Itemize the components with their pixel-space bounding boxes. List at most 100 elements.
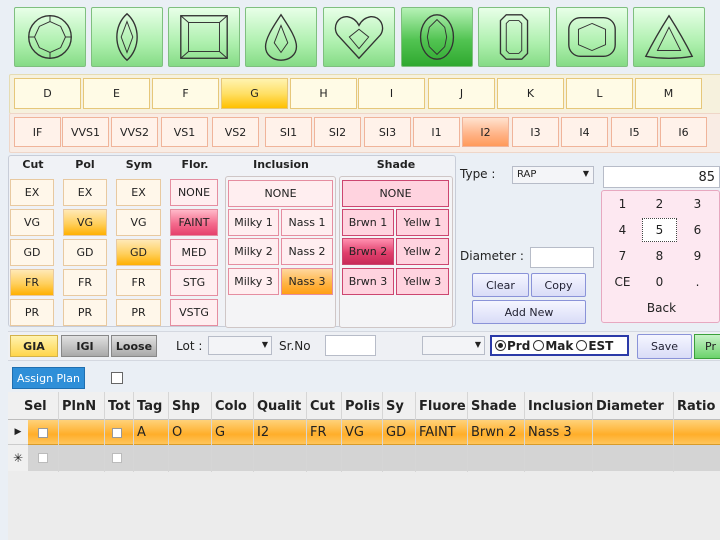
clarity-button-if[interactable]: IF <box>14 117 61 147</box>
color-button-i[interactable]: I <box>358 78 425 109</box>
numpad-key-7[interactable]: 7 <box>605 244 640 268</box>
shade-button-brwn-3[interactable]: Brwn 3 <box>342 268 394 295</box>
numpad-key-0[interactable]: 0 <box>642 270 677 294</box>
shape-cushion-button[interactable] <box>556 7 628 67</box>
cut-button-ex[interactable]: EX <box>10 179 54 206</box>
shape-heart-button[interactable] <box>323 7 395 67</box>
add-new-button[interactable]: Add New <box>472 300 586 324</box>
grid-cell-qualit[interactable]: I2 <box>257 420 306 445</box>
pol-button-pr[interactable]: PR <box>63 299 107 326</box>
row-checkbox[interactable] <box>38 420 48 445</box>
radio-est[interactable]: EST <box>576 339 613 353</box>
clarity-button-vs1[interactable]: VS1 <box>161 117 208 147</box>
cut-button-pr[interactable]: PR <box>10 299 54 326</box>
grid-header-colo[interactable]: Colo <box>215 392 253 420</box>
color-button-l[interactable]: L <box>566 78 633 109</box>
grid-cell-fluore[interactable]: FAINT <box>419 420 467 445</box>
color-button-m[interactable]: M <box>635 78 702 109</box>
color-button-f[interactable]: F <box>152 78 219 109</box>
clarity-button-vs2[interactable]: VS2 <box>212 117 259 147</box>
numpad-key-2[interactable]: 2 <box>642 192 677 216</box>
lab-gia-button[interactable]: GIA <box>10 335 58 357</box>
clarity-button-i2[interactable]: I2 <box>462 117 509 147</box>
grid-header-fluore[interactable]: Fluore <box>419 392 467 420</box>
numpad-key-ce[interactable]: CE <box>605 270 640 294</box>
clarity-button-i3[interactable]: I3 <box>512 117 559 147</box>
grid-cell-tag[interactable]: A <box>137 420 168 445</box>
color-button-d[interactable]: D <box>14 78 81 109</box>
grid-header-tot[interactable]: Tot <box>108 392 133 420</box>
shade-button-yellw-3[interactable]: Yellw 3 <box>396 268 449 295</box>
grid-cell-cut[interactable]: FR <box>310 420 341 445</box>
color-button-e[interactable]: E <box>83 78 150 109</box>
option-select[interactable]: ▼ <box>422 336 485 355</box>
clarity-button-i4[interactable]: I4 <box>561 117 608 147</box>
shape-oval-button[interactable] <box>401 7 473 67</box>
clarity-button-i5[interactable]: I5 <box>611 117 658 147</box>
shape-marquise-button[interactable] <box>91 7 163 67</box>
numpad-display[interactable]: 85 <box>603 166 720 188</box>
grid-header-sy[interactable]: Sy <box>386 392 415 420</box>
color-button-g[interactable]: G <box>221 78 288 109</box>
numpad-key-5[interactable]: 5 <box>642 218 677 242</box>
assign-plan-button[interactable]: Assign Plan <box>12 367 85 389</box>
inclusion-button-milky-3[interactable]: Milky 3 <box>228 268 279 295</box>
new-row-checkbox[interactable] <box>112 445 122 471</box>
numpad-key-dot[interactable]: . <box>680 270 715 294</box>
pol-button-fr[interactable]: FR <box>63 269 107 296</box>
grid-header-shade[interactable]: Shade <box>471 392 524 420</box>
numpad-key-4[interactable]: 4 <box>605 218 640 242</box>
grid-header-qualit[interactable]: Qualit <box>257 392 306 420</box>
pol-button-vg[interactable]: VG <box>63 209 107 236</box>
srno-input[interactable] <box>325 335 376 356</box>
lot-select[interactable]: ▼ <box>208 336 272 355</box>
grid-header-polis[interactable]: Polis <box>345 392 382 420</box>
pol-button-gd[interactable]: GD <box>63 239 107 266</box>
inclusion-none-button[interactable]: NONE <box>228 180 333 207</box>
assign-plan-checkbox[interactable] <box>111 372 123 384</box>
numpad-key-8[interactable]: 8 <box>642 244 677 268</box>
pol-button-ex[interactable]: EX <box>63 179 107 206</box>
inclusion-button-nass-1[interactable]: Nass 1 <box>281 209 333 236</box>
next-button[interactable]: Pr <box>694 334 720 359</box>
numpad-back-button[interactable]: Back <box>610 298 713 318</box>
shade-button-brwn-2[interactable]: Brwn 2 <box>342 238 394 265</box>
grid-header-plnn[interactable]: PlnN <box>62 392 104 420</box>
flor-button-stg[interactable]: STG <box>170 269 218 296</box>
sym-button-pr[interactable]: PR <box>116 299 161 326</box>
cut-button-gd[interactable]: GD <box>10 239 54 266</box>
grid-cell-sy[interactable]: GD <box>386 420 415 445</box>
radio-prd[interactable]: Prd <box>495 339 530 353</box>
new-row-checkbox[interactable] <box>38 445 48 471</box>
cut-button-fr[interactable]: FR <box>10 269 54 296</box>
flor-button-med[interactable]: MED <box>170 239 218 266</box>
sym-button-vg[interactable]: VG <box>116 209 161 236</box>
copy-button[interactable]: Copy <box>531 273 586 297</box>
sym-button-ex[interactable]: EX <box>116 179 161 206</box>
shade-none-button[interactable]: NONE <box>342 180 449 207</box>
grid-header-tag[interactable]: Tag <box>137 392 168 420</box>
clarity-button-si1[interactable]: SI1 <box>265 117 312 147</box>
grid-header-shp[interactable]: Shp <box>172 392 211 420</box>
shape-trilliant-button[interactable] <box>633 7 705 67</box>
shade-button-brwn-1[interactable]: Brwn 1 <box>342 209 394 236</box>
numpad-key-1[interactable]: 1 <box>605 192 640 216</box>
shade-button-yellw-2[interactable]: Yellw 2 <box>396 238 449 265</box>
inclusion-button-milky-1[interactable]: Milky 1 <box>228 209 279 236</box>
clarity-button-si2[interactable]: SI2 <box>314 117 361 147</box>
numpad-key-9[interactable]: 9 <box>680 244 715 268</box>
cut-button-vg[interactable]: VG <box>10 209 54 236</box>
flor-button-faint[interactable]: FAINT <box>170 209 218 236</box>
lab-igi-button[interactable]: IGI <box>61 335 109 357</box>
radio-mak[interactable]: Mak <box>533 339 573 353</box>
diameter-input[interactable] <box>530 247 594 268</box>
row-checkbox[interactable] <box>112 420 122 445</box>
color-button-h[interactable]: H <box>290 78 357 109</box>
inclusion-button-milky-2[interactable]: Milky 2 <box>228 238 279 265</box>
color-button-k[interactable]: K <box>497 78 564 109</box>
type-select[interactable]: RAP ▼ <box>512 166 594 184</box>
grid-cell-shade[interactable]: Brwn 2 <box>471 420 524 445</box>
grid-cell-polis[interactable]: VG <box>345 420 382 445</box>
inclusion-button-nass-2[interactable]: Nass 2 <box>281 238 333 265</box>
new-row[interactable] <box>28 445 720 471</box>
